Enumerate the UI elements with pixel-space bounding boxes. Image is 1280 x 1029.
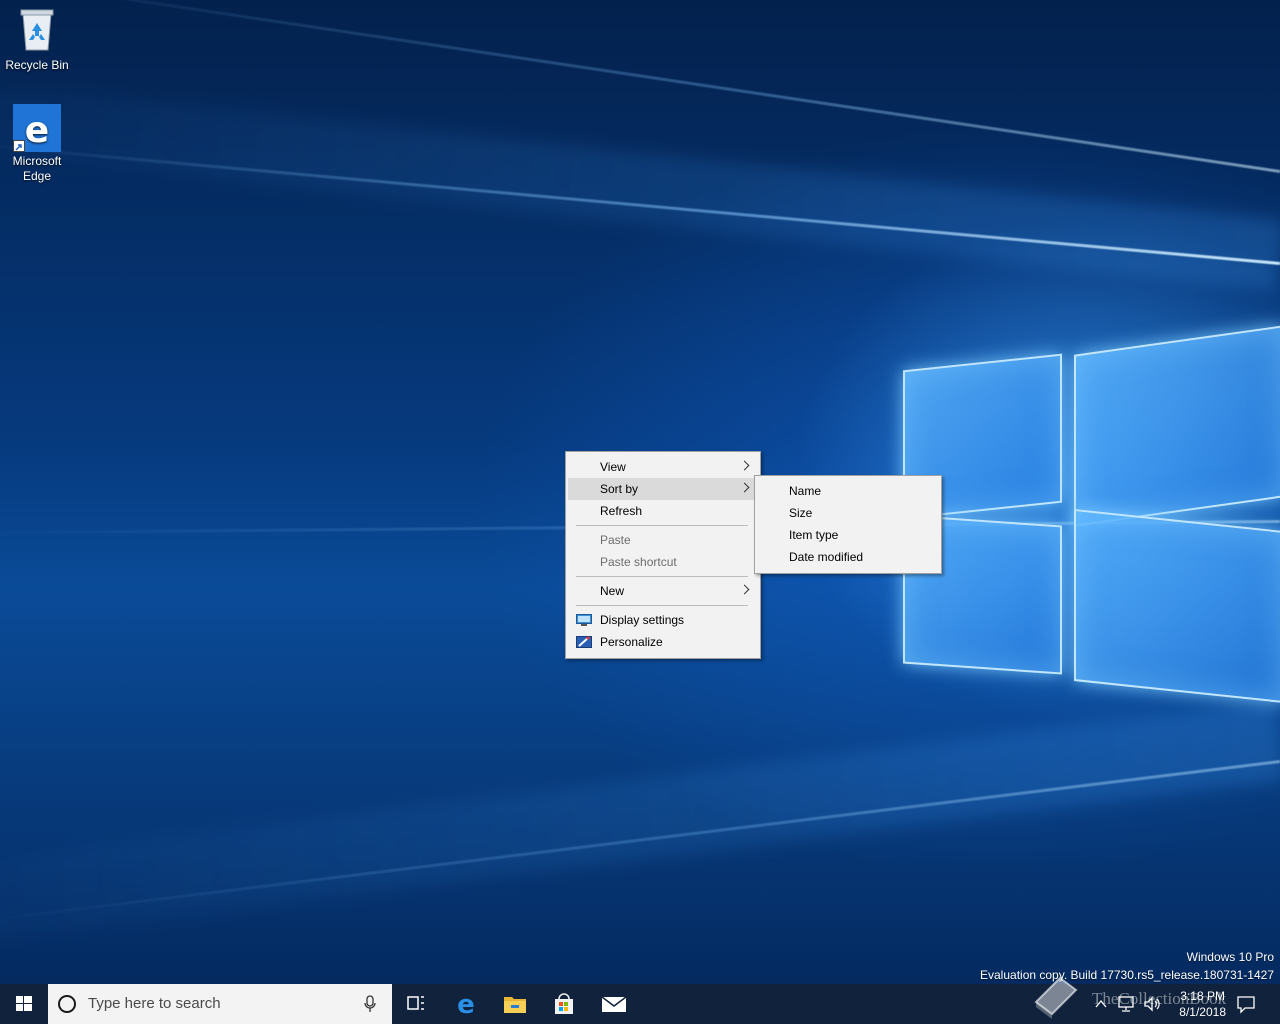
menu-item-label: View xyxy=(600,460,626,474)
menu-item-view[interactable]: View xyxy=(568,456,756,478)
taskbar-search-box[interactable]: Type here to search xyxy=(48,984,392,1024)
taskbar-mail-button[interactable] xyxy=(590,984,638,1024)
menu-item-label: Personalize xyxy=(600,635,663,649)
taskbar: Type here to search e 3:18 PM 8/1/2018 T… xyxy=(0,976,1280,1024)
edge-icon: e xyxy=(457,990,475,1020)
book-watermark-icon xyxy=(1034,976,1078,1019)
chevron-right-icon xyxy=(739,584,750,595)
windows-edition-watermark: Windows 10 Pro xyxy=(1186,950,1274,964)
submenu-item-date-modified[interactable]: Date modified xyxy=(757,546,937,568)
chevron-right-icon xyxy=(739,460,750,471)
submenu-item-label: Name xyxy=(789,484,822,498)
menu-item-personalize[interactable]: Personalize xyxy=(568,631,756,653)
menu-item-label: New xyxy=(600,584,625,598)
svg-text:e: e xyxy=(457,990,475,1020)
edge-icon: e xyxy=(13,104,61,152)
file-explorer-icon xyxy=(504,997,526,1013)
menu-separator xyxy=(576,525,748,526)
submenu-item-size[interactable]: Size xyxy=(757,502,937,524)
store-icon xyxy=(555,993,573,1014)
menu-item-refresh[interactable]: Refresh xyxy=(568,500,756,522)
action-center-icon[interactable] xyxy=(1236,994,1256,1014)
windows-start-icon xyxy=(16,996,32,1011)
collection-book-watermark: TheCollectionBook xyxy=(1092,989,1227,1008)
desktop-icon-label: Recycle Bin xyxy=(5,58,69,72)
menu-item-label: Paste shortcut xyxy=(600,555,677,569)
light-haze xyxy=(0,700,1280,961)
desktop-icon-microsoft-edge[interactable]: e Microsoft Edge xyxy=(0,104,74,184)
personalize-icon xyxy=(576,636,592,648)
chevron-right-icon xyxy=(739,482,750,493)
recycle-bin-icon xyxy=(20,9,54,51)
task-view-icon xyxy=(407,996,424,1010)
mail-icon xyxy=(601,996,627,1012)
taskbar-file-explorer-button[interactable] xyxy=(491,984,539,1024)
svg-text:e: e xyxy=(25,110,49,151)
submenu-item-item-type[interactable]: Item type xyxy=(757,524,937,546)
cortana-icon xyxy=(58,995,76,1013)
menu-item-paste-shortcut[interactable]: Paste shortcut xyxy=(568,551,756,573)
microphone-icon[interactable] xyxy=(363,995,377,1013)
search-placeholder: Type here to search xyxy=(88,995,221,1012)
desktop-context-menu: View Sort by Refresh Paste Paste shortcu… xyxy=(565,451,761,659)
logo-pane-bottom-right xyxy=(1074,508,1280,704)
taskbar-edge-button[interactable]: e xyxy=(442,984,490,1024)
menu-separator xyxy=(576,605,748,606)
submenu-item-label: Date modified xyxy=(789,550,864,564)
task-view-button[interactable] xyxy=(392,984,440,1024)
menu-item-new[interactable]: New xyxy=(568,580,756,602)
menu-item-label: Sort by xyxy=(600,482,639,496)
submenu-item-label: Size xyxy=(789,506,813,520)
submenu-item-name[interactable]: Name xyxy=(757,480,937,502)
menu-item-display-settings[interactable]: Display settings xyxy=(568,609,756,631)
display-settings-icon xyxy=(576,614,592,626)
shortcut-arrow-icon xyxy=(13,140,25,152)
logo-pane-top-right xyxy=(1074,325,1280,527)
light-haze xyxy=(0,65,1280,290)
desktop-background[interactable]: Recycle Bin e Microsoft Edge Windows 10 … xyxy=(0,0,1280,984)
menu-item-label: Refresh xyxy=(600,504,643,518)
taskbar-store-button[interactable] xyxy=(540,984,588,1024)
menu-item-sort-by[interactable]: Sort by xyxy=(568,478,756,500)
start-button[interactable] xyxy=(0,984,48,1024)
sort-by-submenu: Name Size Item type Date modified xyxy=(754,475,942,574)
build-watermark: Evaluation copy. Build 17730.rs5_release… xyxy=(980,968,1274,982)
desktop-icon-recycle-bin[interactable]: Recycle Bin xyxy=(0,6,74,73)
menu-separator xyxy=(576,576,748,577)
menu-item-label: Display settings xyxy=(600,613,685,627)
submenu-item-label: Item type xyxy=(789,528,839,542)
menu-item-paste[interactable]: Paste xyxy=(568,529,756,551)
menu-item-label: Paste xyxy=(600,533,631,547)
desktop-icon-label: Microsoft Edge xyxy=(12,154,62,183)
